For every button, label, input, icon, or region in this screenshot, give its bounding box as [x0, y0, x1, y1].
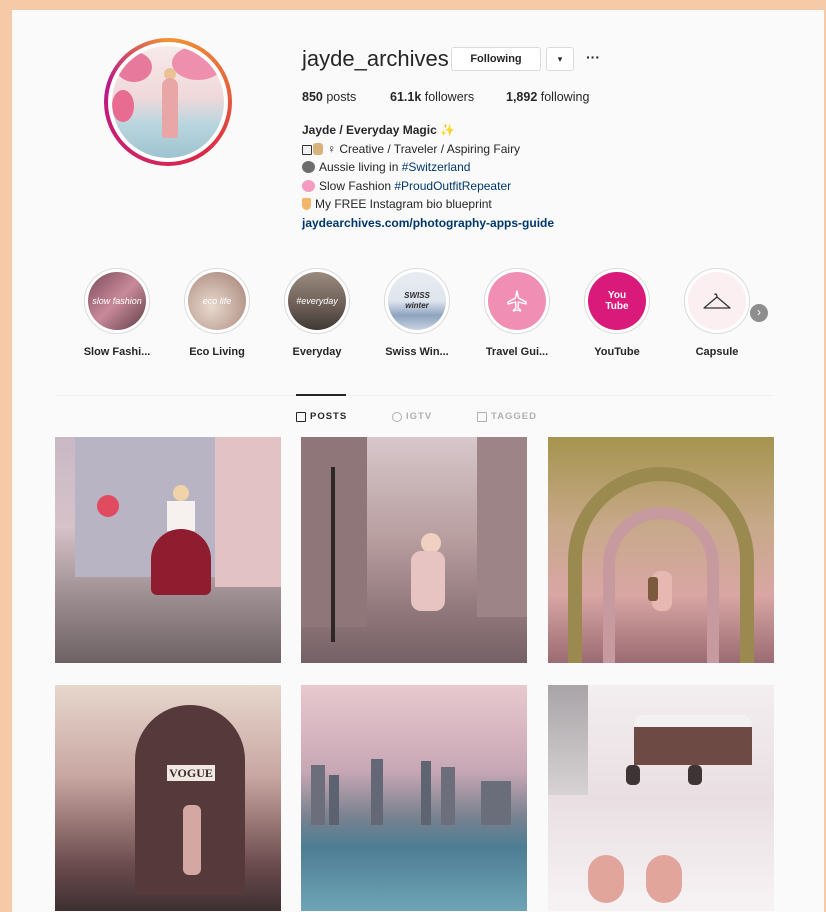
profile-username: jayde_archives: [302, 46, 449, 71]
bio-line-location: Aussie living in #Switzerland: [302, 158, 722, 177]
highlight-eco-living[interactable]: eco life Eco Living: [182, 268, 252, 358]
camera-emoji-icon: [302, 144, 312, 155]
highlight-swiss-winter[interactable]: SWISS winter Swiss Win...: [382, 268, 452, 358]
posts-stat: 850 posts: [302, 90, 357, 104]
bio-line-creative: ♀ Creative / Traveler / Aspiring Fairy: [302, 140, 722, 159]
bio-website-link[interactable]: jaydearchives.com/photography-apps-guide: [302, 214, 722, 233]
profile-bio: Jayde / Everyday Magic ✨ ♀ Creative / Tr…: [302, 121, 722, 232]
hashtag-proudoutfitrepeater-link[interactable]: #ProudOutfitRepeater: [394, 179, 511, 193]
post-thumbnail[interactable]: [548, 437, 774, 663]
tagged-icon: [477, 411, 487, 422]
grid-icon: [296, 411, 306, 422]
post-thumbnail[interactable]: VOGUE: [55, 685, 281, 911]
highlights-next-button[interactable]: ›: [750, 304, 768, 322]
bio-full-name: Jayde / Everyday Magic ✨: [302, 123, 456, 137]
tab-igtv[interactable]: IGTV: [392, 411, 432, 422]
chevron-down-icon: ▾: [557, 54, 563, 64]
highlight-slow-fashion[interactable]: slow fashion Slow Fashi...: [82, 268, 152, 358]
followers-stat[interactable]: 61.1k followers: [390, 90, 474, 104]
post-thumbnail[interactable]: [55, 437, 281, 663]
highlight-youtube[interactable]: You Tube YouTube: [582, 268, 652, 358]
bio-line-fashion: Slow Fashion #ProudOutfitRepeater: [302, 177, 722, 196]
tab-posts[interactable]: POSTS: [296, 411, 347, 422]
following-stat[interactable]: 1,892 following: [506, 90, 589, 104]
highlight-capsule[interactable]: Capsule: [682, 268, 752, 358]
youtube-logo-icon: You Tube: [605, 290, 629, 312]
tabs-divider: [55, 395, 773, 396]
photo-emoji-icon: [313, 142, 323, 155]
suggestions-dropdown-button[interactable]: ▾: [546, 47, 574, 71]
avatar-photo: [112, 46, 224, 158]
koala-emoji-icon: [302, 161, 315, 173]
post-thumbnail[interactable]: [301, 685, 527, 911]
hanger-icon: [703, 293, 731, 309]
blossom-emoji-icon: [302, 179, 315, 192]
pointing-down-emoji-icon: [302, 198, 311, 210]
chevron-right-icon: ›: [757, 305, 761, 319]
airplane-icon: [507, 290, 527, 312]
highlight-travel-guides[interactable]: Travel Gui...: [482, 268, 552, 358]
more-icon: ···: [586, 49, 600, 65]
post-thumbnail[interactable]: [548, 685, 774, 911]
post-thumbnail[interactable]: [301, 437, 527, 663]
following-button[interactable]: Following: [451, 47, 541, 71]
active-tab-indicator: [296, 394, 346, 396]
highlight-everyday[interactable]: #everyday Everyday: [282, 268, 352, 358]
vogue-sign: VOGUE: [167, 765, 215, 781]
igtv-icon: [392, 411, 402, 422]
profile-avatar[interactable]: [104, 38, 232, 166]
hashtag-switzerland-link[interactable]: #Switzerland: [402, 160, 471, 174]
bio-line-blueprint: My FREE Instagram bio blueprint: [302, 195, 722, 214]
tab-tagged[interactable]: TAGGED: [477, 411, 537, 422]
more-options-button[interactable]: ···: [582, 47, 604, 69]
